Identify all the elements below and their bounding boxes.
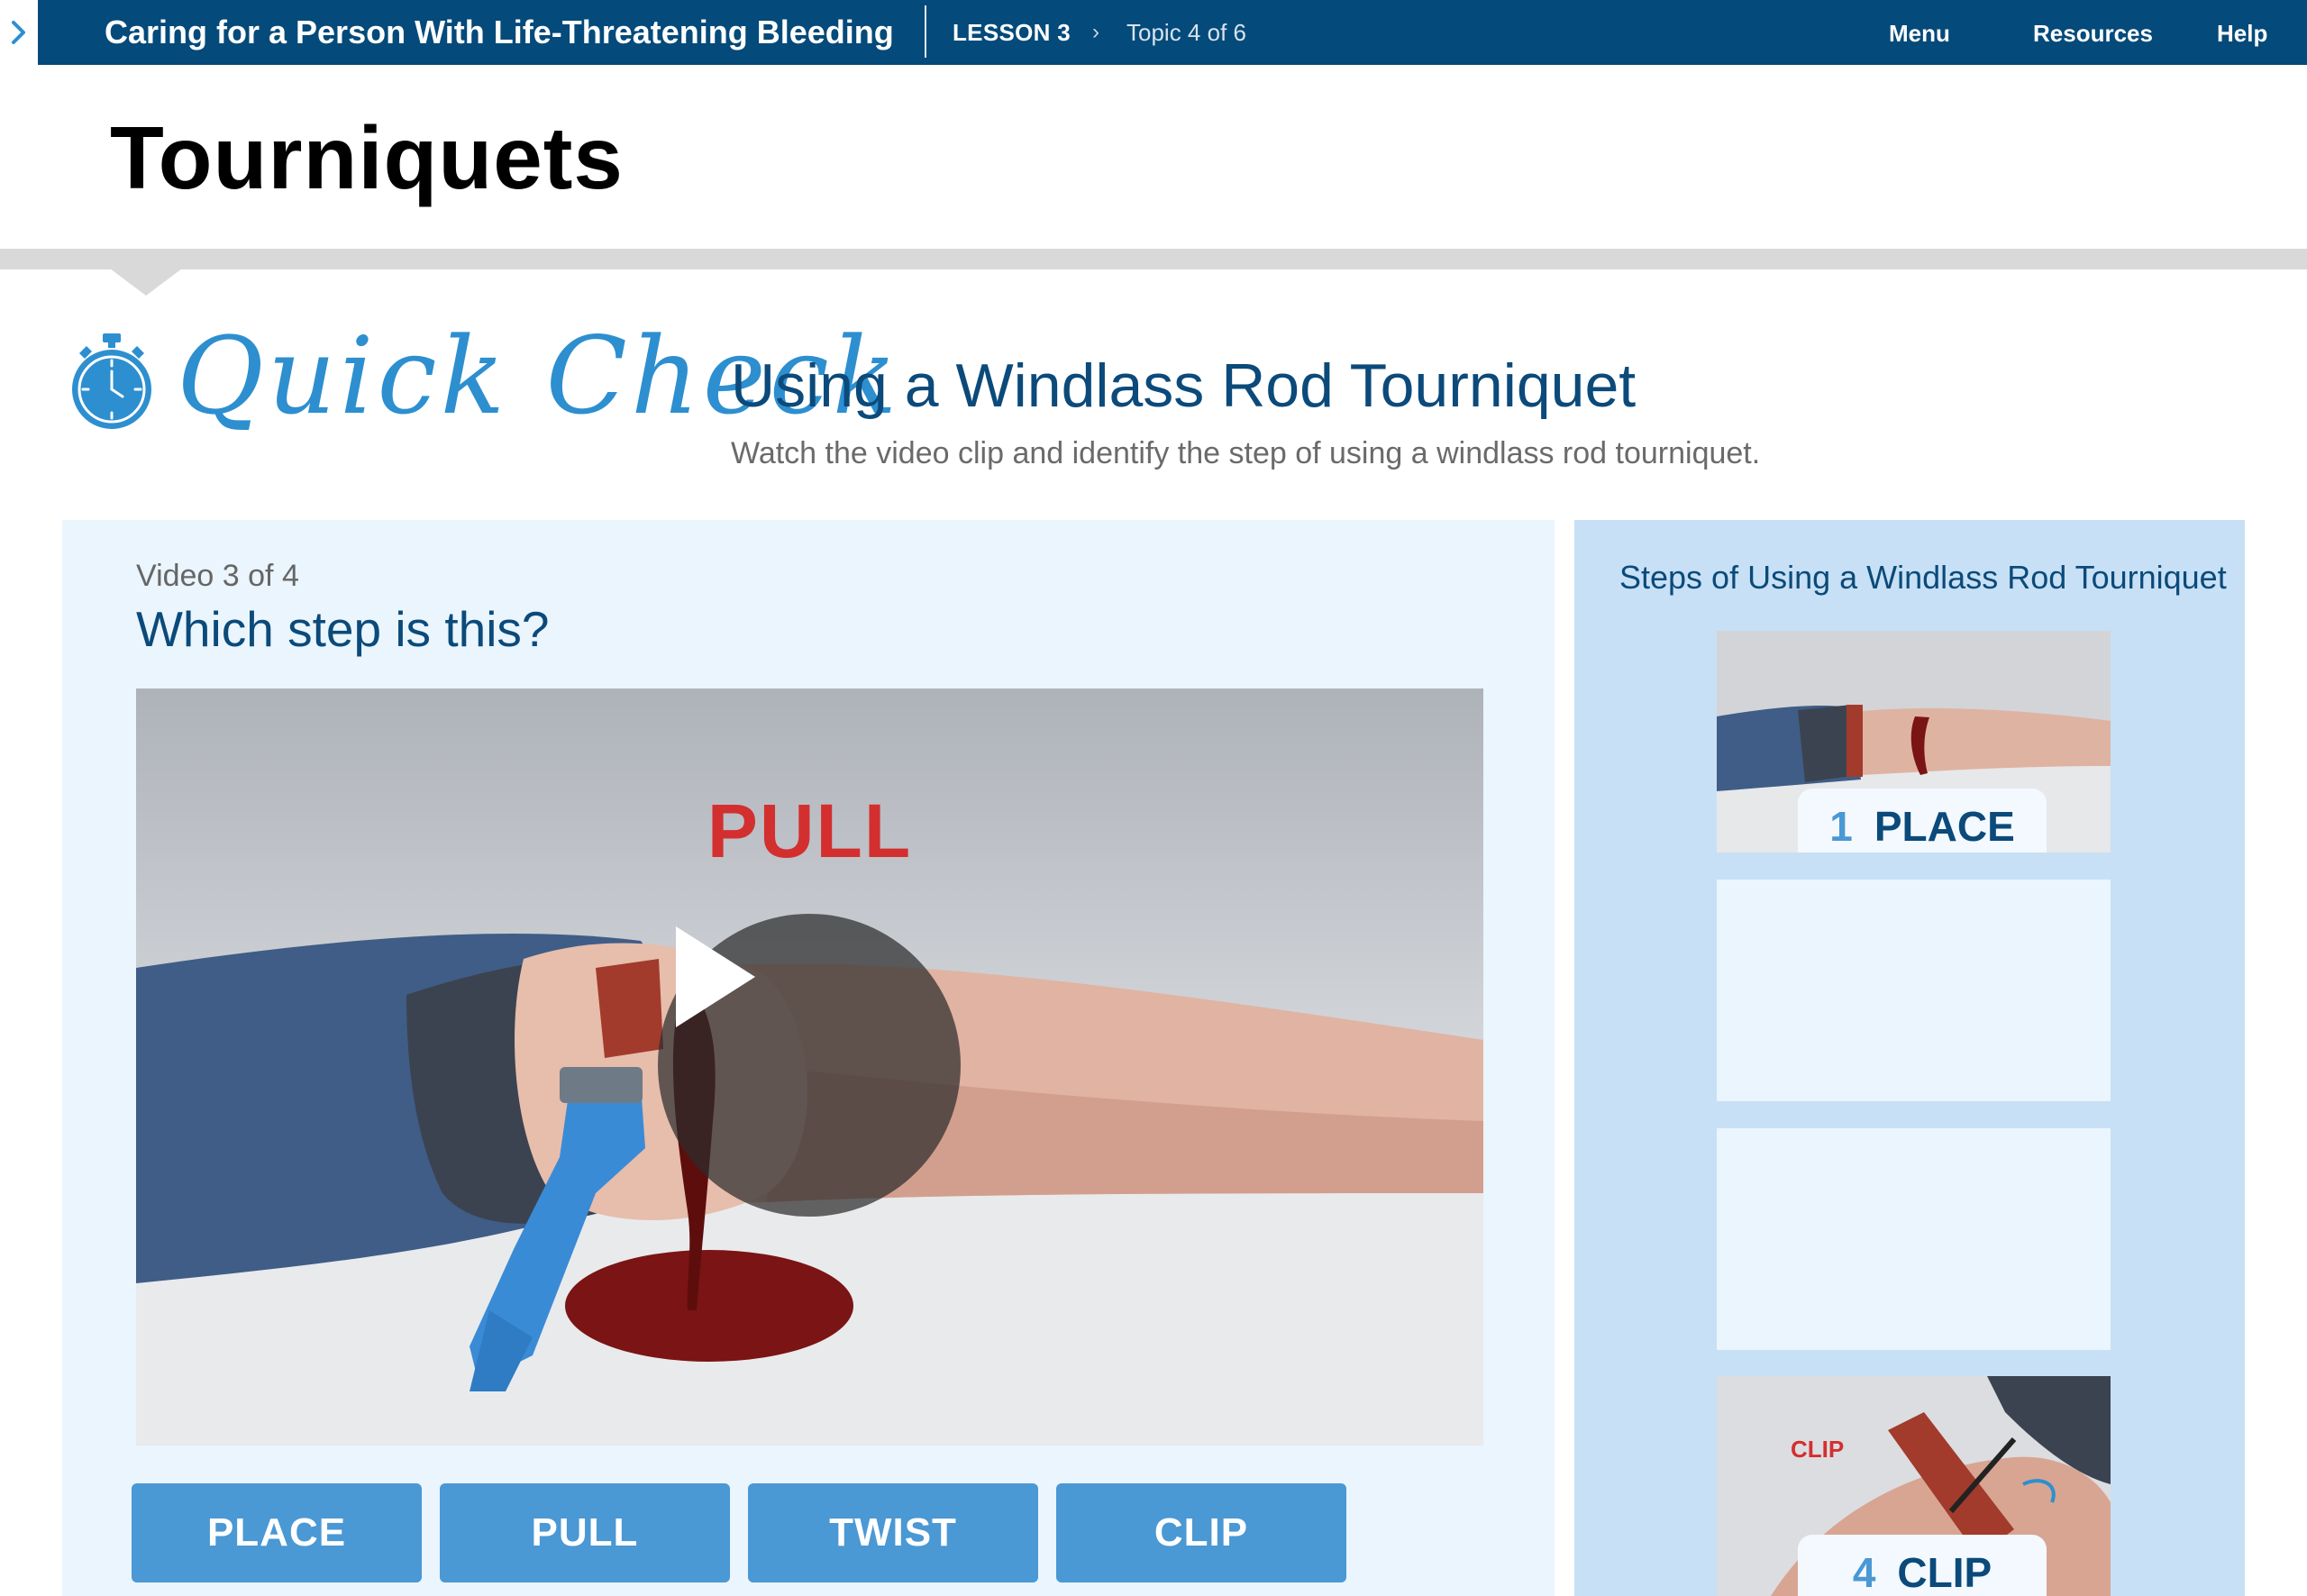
step-card-4: CLIP 4 CLIP [1717,1376,2111,1596]
chevron-right-icon [12,21,25,44]
breadcrumb-topic: Topic 4 of 6 [1126,19,1246,46]
heading-pointer [110,269,182,296]
heading-divider [0,249,2307,269]
play-button[interactable] [658,914,961,1217]
activity-title: Using a Windlass Rod Tourniquet [731,351,1637,420]
course-title: Caring for a Person With Life-Threatenin… [105,14,894,50]
step-4-name: CLIP [1897,1549,1992,1596]
step-4-label: 4 CLIP [1798,1535,2047,1596]
step-4-number: 4 [1852,1549,1876,1596]
menu-button[interactable]: Menu [1889,0,1950,67]
step-card-3-placeholder [1717,1128,2111,1350]
video-player[interactable]: PULL [136,689,1483,1446]
step-1-number: 1 [1829,803,1853,850]
step-4-image-label: CLIP [1791,1436,1845,1463]
breadcrumb-lesson[interactable]: LESSON 3 [953,0,1071,65]
answer-twist-button[interactable]: TWIST [748,1483,1038,1582]
nav-divider [925,5,926,58]
video-counter: Video 3 of 4 [136,559,299,593]
resources-button[interactable]: Resources [2033,0,2153,67]
top-nav-bar: Caring for a Person With Life-Threatenin… [0,0,2307,65]
activity-instructions: Watch the video clip and identify the st… [731,436,1761,470]
steps-panel-heading: Steps of Using a Windlass Rod Tourniquet [1619,559,2227,596]
step-card-2-placeholder [1717,880,2111,1101]
answer-place-button[interactable]: PLACE [132,1483,422,1582]
step-card-1: 1 PLACE [1717,631,2111,853]
page-title: Tourniquets [110,108,624,207]
video-step-label: PULL [707,789,913,873]
answer-clip-button[interactable]: CLIP [1056,1483,1346,1582]
question-prompt: Which step is this? [136,601,550,657]
sidebar-toggle-button[interactable] [0,0,38,65]
step-1-label: 1 PLACE [1798,789,2047,853]
play-icon [676,926,755,1027]
help-button[interactable]: Help [2217,0,2267,67]
stopwatch-icon [72,333,151,429]
step-1-name: PLACE [1874,803,2015,850]
answer-pull-button[interactable]: PULL [440,1483,730,1582]
breadcrumb-chevron-icon: › [1092,20,1099,44]
